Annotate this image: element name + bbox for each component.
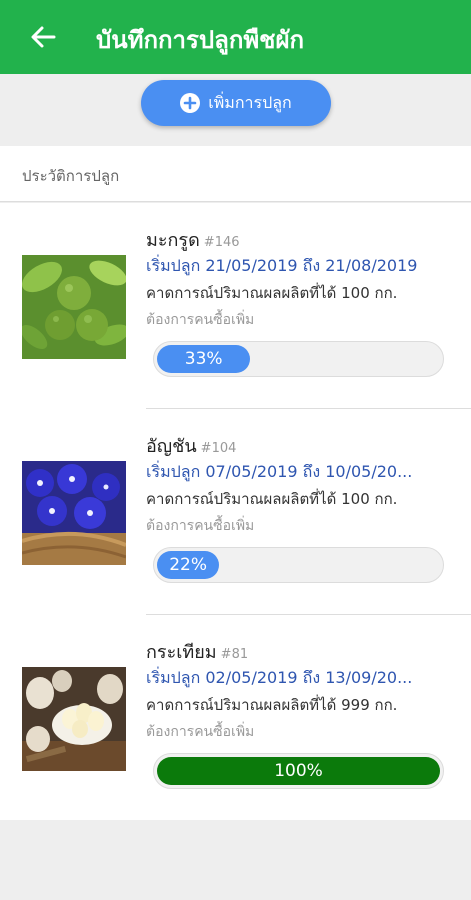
- progress-label: 22%: [169, 555, 208, 575]
- item-forecast: คาดการณ์ปริมาณผลผลิตที่ได้ 100 กก.: [146, 284, 398, 302]
- butterfly-pea-photo: [22, 461, 126, 565]
- progress-label: 100%: [274, 761, 323, 781]
- item-dates: เริ่มปลูก 21/05/2019 ถึง 21/08/2019: [146, 256, 418, 275]
- item-dates: เริ่มปลูก 07/05/2019 ถึง 10/05/20...: [146, 462, 413, 481]
- progress-bar: 33%: [153, 341, 444, 377]
- planting-list: มะกรูด #146 เริ่มปลูก 21/05/2019 ถึง 21/0…: [0, 203, 471, 820]
- item-code: #146: [203, 235, 240, 250]
- item-code: #104: [200, 441, 237, 456]
- progress-bar: 22%: [153, 547, 444, 583]
- progress-label: 33%: [184, 349, 223, 369]
- kaffir-lime-photo: [22, 255, 126, 359]
- list-item[interactable]: อัญชัน #104 เริ่มปลูก 07/05/2019 ถึง 10/0…: [0, 409, 471, 615]
- item-name: กระเทียม: [146, 642, 217, 663]
- progress-fill: 100%: [157, 757, 440, 785]
- app-bar: บันทึกการปลูกพืชผัก: [0, 0, 471, 74]
- list-item[interactable]: กระเทียม #81 เริ่มปลูก 02/05/2019 ถึง 13/…: [0, 615, 471, 821]
- progress-fill: 33%: [157, 345, 251, 373]
- item-name: มะกรูด: [146, 230, 200, 251]
- item-name-line: มะกรูด #146: [146, 225, 240, 254]
- item-forecast: คาดการณ์ปริมาณผลผลิตที่ได้ 100 กก.: [146, 490, 398, 508]
- arrow-left-icon[interactable]: [30, 24, 56, 50]
- item-dates: เริ่มปลูก 02/05/2019 ถึง 13/09/20...: [146, 668, 413, 687]
- item-want-buyers: ต้องการคนซื้อเพิ่ม: [146, 724, 255, 740]
- item-name: อัญชัน: [146, 436, 197, 457]
- plus-circle-icon: [180, 93, 201, 113]
- item-want-buyers: ต้องการคนซื้อเพิ่ม: [146, 518, 255, 534]
- item-want-buyers: ต้องการคนซื้อเพิ่ม: [146, 312, 255, 328]
- item-name-line: อัญชัน #104: [146, 431, 236, 460]
- history-title: ประวัติการปลูก: [22, 167, 120, 185]
- add-planting-label: เพิ่มการปลูก: [208, 92, 292, 112]
- add-planting-button[interactable]: เพิ่มการปลูก: [141, 80, 331, 126]
- item-forecast: คาดการณ์ปริมาณผลผลิตที่ได้ 999 กก.: [146, 696, 398, 714]
- item-code: #81: [220, 647, 249, 662]
- page-title: บันทึกการปลูกพืชผัก: [96, 26, 305, 54]
- list-item[interactable]: มะกรูด #146 เริ่มปลูก 21/05/2019 ถึง 21/0…: [0, 203, 471, 409]
- progress-bar: 100%: [153, 753, 444, 789]
- progress-fill: 22%: [157, 551, 220, 579]
- garlic-photo: [22, 667, 126, 771]
- item-name-line: กระเทียม #81: [146, 637, 248, 666]
- history-header: ประวัติการปลูก: [0, 146, 471, 202]
- add-section: เพิ่มการปลูก: [0, 74, 471, 144]
